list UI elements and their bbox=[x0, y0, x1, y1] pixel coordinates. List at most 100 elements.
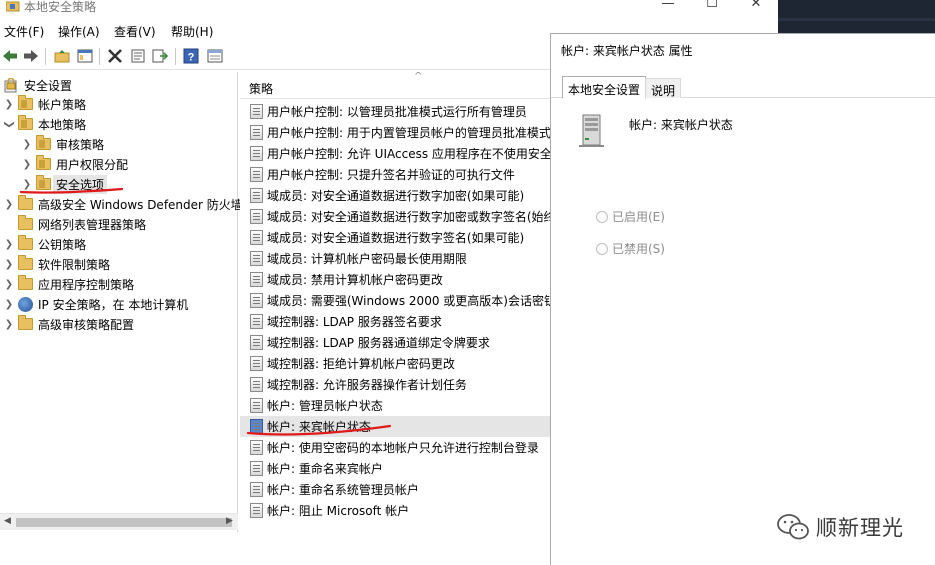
radio-enabled[interactable]: 已启用(E) bbox=[596, 208, 665, 225]
tree-item-ip-security[interactable]: ❯ IP 安全策略，在 本地计算机 bbox=[4, 294, 188, 314]
menu-view[interactable]: 查看(V) bbox=[114, 23, 156, 40]
policy-icon bbox=[250, 209, 263, 224]
chevron-right-icon[interactable]: ❯ bbox=[22, 139, 32, 150]
policy-label: 帐户: 重命名来宾帐户 bbox=[267, 462, 383, 476]
tree-item-network-list[interactable]: 网络列表管理器策略 bbox=[4, 214, 146, 234]
policy-row[interactable]: 域成员: 需要强(Windows 2000 或更高版本)会话密钥 bbox=[240, 290, 550, 311]
tree-item-user-rights[interactable]: ❯ 用户权限分配 bbox=[22, 154, 128, 174]
chevron-right-icon[interactable]: ❯ bbox=[4, 259, 14, 270]
help-icon[interactable]: ? bbox=[182, 47, 200, 65]
properties-icon[interactable] bbox=[129, 47, 147, 65]
policy-row[interactable]: 域成员: 对安全通道数据进行数字签名(如果可能) bbox=[240, 227, 550, 248]
chevron-right-icon[interactable]: ❯ bbox=[22, 179, 32, 190]
policy-icon bbox=[250, 419, 263, 434]
view-icon[interactable] bbox=[206, 47, 224, 65]
policy-row[interactable]: 帐户: 重命名来宾帐户 bbox=[240, 458, 550, 479]
policy-label: 域控制器: 允许服务器操作者计划任务 bbox=[267, 378, 467, 392]
minimize-button[interactable]: — bbox=[646, 0, 690, 14]
policy-row[interactable]: 域成员: 对安全通道数据进行数字加密(如果可能) bbox=[240, 185, 550, 206]
policy-label: 帐户: 阻止 Microsoft 帐户 bbox=[267, 504, 410, 518]
tab-local-security-setting[interactable]: 本地安全设置 bbox=[562, 76, 647, 99]
policy-list-pane[interactable]: ^ 策略 用户帐户控制: 以管理员批准模式运行所有管理员 用户帐户控制: 用于内置… bbox=[240, 72, 550, 565]
policy-icon bbox=[250, 461, 263, 476]
scrollbar-thumb[interactable] bbox=[16, 518, 232, 527]
desktop-background bbox=[778, 0, 935, 33]
tree-pane[interactable]: 安全设置 ❯ 帐户策略 ❯ 本地策略 ❯ 审核策略 ❯ 用户权限分配 ❯ 安全选… bbox=[0, 72, 243, 532]
tree-item-account-policy[interactable]: ❯ 帐户策略 bbox=[4, 94, 86, 114]
chevron-right-icon[interactable]: ❯ bbox=[4, 299, 14, 310]
back-icon[interactable] bbox=[1, 47, 19, 65]
policy-row[interactable]: 用户帐户控制: 以管理员批准模式运行所有管理员 bbox=[240, 101, 550, 122]
up-folder-icon[interactable] bbox=[53, 47, 71, 65]
tree-item-label: 本地策略 bbox=[38, 117, 87, 132]
policy-row[interactable]: 域控制器: 拒绝计算机帐户密码更改 bbox=[240, 353, 550, 374]
policy-row[interactable]: 域控制器: LDAP 服务器通道绑定令牌要求 bbox=[240, 332, 550, 353]
tree-item-label: 用户权限分配 bbox=[56, 157, 129, 172]
menu-file[interactable]: 文件(F) bbox=[4, 23, 44, 40]
chevron-right-icon[interactable]: ❯ bbox=[4, 319, 14, 330]
folder-icon bbox=[36, 155, 51, 170]
tree-item-label: 安全选项 bbox=[53, 174, 108, 194]
chevron-right-icon[interactable]: ❯ bbox=[4, 199, 14, 210]
dialog-title: 帐户: 来宾帐户状态 属性 bbox=[561, 44, 693, 58]
policy-row[interactable]: 用户帐户控制: 只提升签名并验证的可执行文件 bbox=[240, 164, 550, 185]
tab-explain[interactable]: 说明 bbox=[645, 78, 682, 98]
chevron-right-icon[interactable]: ❯ bbox=[4, 99, 14, 110]
scroll-left-icon[interactable]: ◀ bbox=[4, 516, 11, 526]
show-hide-tree-icon[interactable] bbox=[76, 47, 94, 65]
scroll-right-icon[interactable]: ▶ bbox=[226, 516, 233, 526]
close-button[interactable]: ✕ bbox=[734, 0, 778, 14]
chevron-right-icon[interactable]: ❯ bbox=[4, 279, 14, 290]
policy-icon bbox=[250, 125, 263, 140]
folder-icon bbox=[18, 235, 33, 250]
policy-label: 用户帐户控制: 只提升签名并验证的可执行文件 bbox=[267, 168, 515, 182]
chevron-down-icon[interactable]: ❯ bbox=[4, 119, 15, 129]
tree-item-firewall[interactable]: ❯ 高级安全 Windows Defender 防火墙 bbox=[4, 194, 243, 214]
tree-item-advanced-audit[interactable]: ❯ 高级审核策略配置 bbox=[4, 314, 134, 334]
radio-label: 已禁用(S) bbox=[612, 242, 665, 256]
policy-label: 域控制器: LDAP 服务器签名要求 bbox=[267, 315, 442, 329]
policy-icon bbox=[250, 482, 263, 497]
radio-button[interactable] bbox=[596, 210, 608, 223]
forward-icon[interactable] bbox=[22, 47, 40, 65]
policy-row[interactable]: 域控制器: LDAP 服务器签名要求 bbox=[240, 311, 550, 332]
policy-row[interactable]: 域成员: 对安全通道数据进行数字加密或数字签名(始终) bbox=[240, 206, 550, 227]
list-column-header[interactable]: ^ 策略 bbox=[240, 72, 550, 99]
tree-item-security-options[interactable]: ❯ 安全选项 bbox=[22, 174, 108, 194]
tree-item-public-key[interactable]: ❯ 公钥策略 bbox=[4, 234, 86, 254]
tree-horizontal-scrollbar[interactable]: ◀ ▶ bbox=[0, 513, 238, 530]
chevron-right-icon[interactable]: ❯ bbox=[4, 239, 14, 250]
window-title: 本地安全策略 bbox=[24, 0, 97, 14]
radio-button[interactable] bbox=[596, 242, 608, 255]
policy-row[interactable]: 域成员: 禁用计算机帐户密码更改 bbox=[240, 269, 550, 290]
policy-icon bbox=[250, 314, 263, 329]
export-list-icon[interactable] bbox=[151, 47, 169, 65]
policy-row[interactable]: 域控制器: 允许服务器操作者计划任务 bbox=[240, 374, 550, 395]
column-policy[interactable]: 策略 bbox=[249, 80, 273, 97]
policy-row[interactable]: 帐户: 重命名系统管理员帐户 bbox=[240, 479, 550, 500]
radio-disabled[interactable]: 已禁用(S) bbox=[596, 240, 665, 257]
delete-icon[interactable] bbox=[106, 47, 124, 65]
maximize-button[interactable]: ☐ bbox=[690, 0, 734, 14]
chevron-right-icon[interactable]: ❯ bbox=[22, 159, 32, 170]
tree-item-local-policy[interactable]: ❯ 本地策略 bbox=[4, 114, 86, 134]
policy-row[interactable]: 用户帐户控制: 允许 UIAccess 应用程序在不使用安全桌面的情况下提升权限 bbox=[240, 143, 550, 164]
sort-ascending-icon: ^ bbox=[414, 72, 423, 82]
policy-row[interactable]: 帐户: 使用空密码的本地帐户只允许进行控制台登录 bbox=[240, 437, 550, 458]
policy-row[interactable]: 用户帐户控制: 用于内置管理员帐户的管理员批准模式 bbox=[240, 122, 550, 143]
tree-item-label: 公钥策略 bbox=[38, 237, 87, 252]
tree-item-root[interactable]: 安全设置 bbox=[4, 75, 72, 95]
tree-item-software-restriction[interactable]: ❯ 软件限制策略 bbox=[4, 254, 110, 274]
menu-action[interactable]: 操作(A) bbox=[58, 23, 100, 40]
policy-row[interactable]: 域成员: 计算机帐户密码最长使用期限 bbox=[240, 248, 550, 269]
policy-icon bbox=[250, 188, 263, 203]
policy-row[interactable]: 帐户: 来宾帐户状态 bbox=[240, 416, 550, 437]
policy-row[interactable]: 帐户: 阻止 Microsoft 帐户 bbox=[240, 500, 550, 521]
tree-item-app-control[interactable]: ❯ 应用程序控制策略 bbox=[4, 274, 134, 294]
tree-item-audit-policy[interactable]: ❯ 审核策略 bbox=[22, 134, 104, 154]
menu-help[interactable]: 帮助(H) bbox=[171, 23, 213, 40]
policy-icon bbox=[250, 440, 263, 455]
policy-row[interactable]: 帐户: 管理员帐户状态 bbox=[240, 395, 550, 416]
policy-icon bbox=[250, 398, 263, 413]
folder-icon bbox=[18, 215, 33, 230]
